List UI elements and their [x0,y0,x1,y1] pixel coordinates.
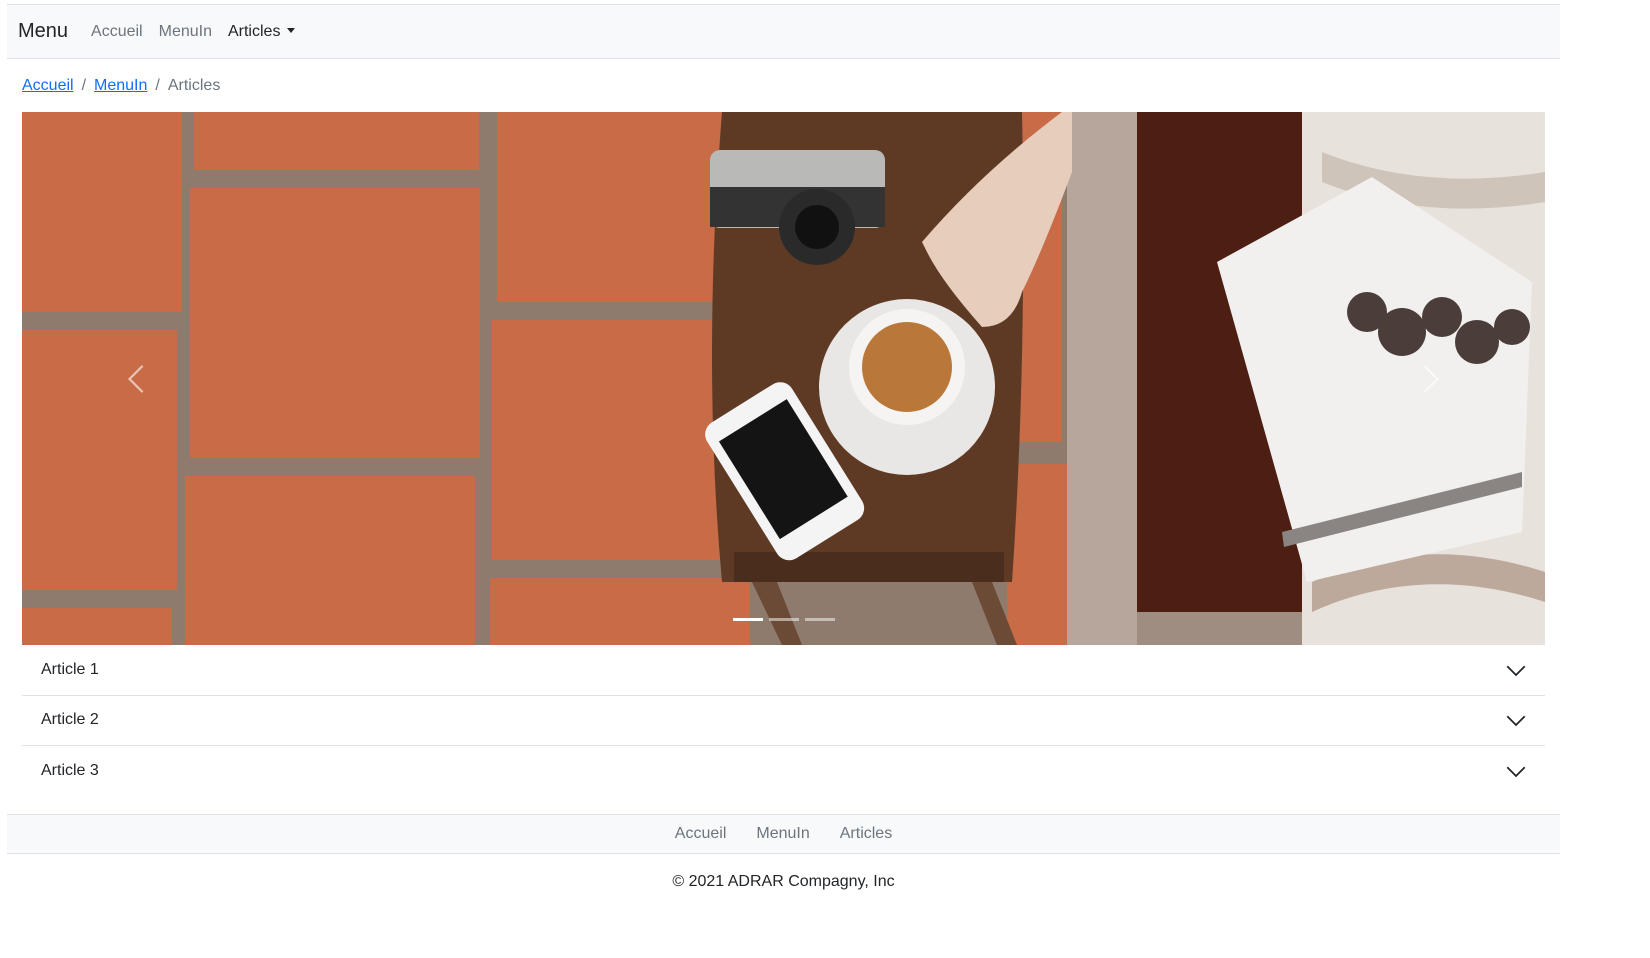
footer-link-menuin[interactable]: MenuIn [756,825,809,843]
carousel-indicator-2[interactable] [768,618,799,621]
nav-dropdown-label: Articles [227,22,281,40]
footer-link-accueil[interactable]: Accueil [675,825,727,843]
accordion-item-article-2[interactable]: Article 2 [22,695,1545,746]
carousel-prev-button[interactable] [22,112,252,645]
footer-link-articles[interactable]: Articles [840,825,892,843]
chevron-left-icon [127,364,144,393]
nav-link-menuin[interactable]: MenuIn [159,23,212,41]
chevron-down-icon [1506,715,1526,727]
accordion-item-article-3[interactable]: Article 3 [22,746,1545,797]
footer-nav: Accueil MenuIn Articles [7,814,1560,854]
navbar: Menu Accueil MenuIn Articles [7,4,1560,59]
carousel-indicators [22,618,1545,621]
chevron-down-icon [1506,766,1526,778]
breadcrumb-separator: / [155,77,160,94]
chevron-down-icon [1506,665,1526,676]
accordion-title: Article 1 [41,660,99,678]
accordion: Article 1 Article 2 Article 3 [22,645,1545,797]
caret-down-icon [287,27,296,33]
copyright: © 2021 ADRAR Compagny, Inc [672,873,895,890]
nav-link-accueil[interactable]: Accueil [91,23,143,41]
page: Menu Accueil MenuIn Articles Accueil / M… [7,4,1560,890]
breadcrumb-current: Articles [167,77,221,94]
breadcrumb-item-accueil[interactable]: Accueil [22,77,74,95]
accordion-title: Article 3 [41,762,99,780]
accordion-item-article-1[interactable]: Article 1 [22,645,1545,696]
carousel-next-button[interactable] [1315,112,1545,645]
navbar-brand[interactable]: Menu [18,20,68,43]
breadcrumb-separator: / [81,77,87,94]
breadcrumb-item-menuin[interactable]: MenuIn [94,77,147,95]
accordion-title: Article 2 [41,711,99,729]
breadcrumb: Accueil / MenuIn / Articles [22,77,220,95]
carousel-indicator-1[interactable] [732,618,763,621]
carousel-indicator-3[interactable] [804,618,835,621]
carousel [22,112,1545,645]
nav-dropdown-articles[interactable]: Articles [227,22,296,41]
chevron-right-icon [1423,364,1440,393]
